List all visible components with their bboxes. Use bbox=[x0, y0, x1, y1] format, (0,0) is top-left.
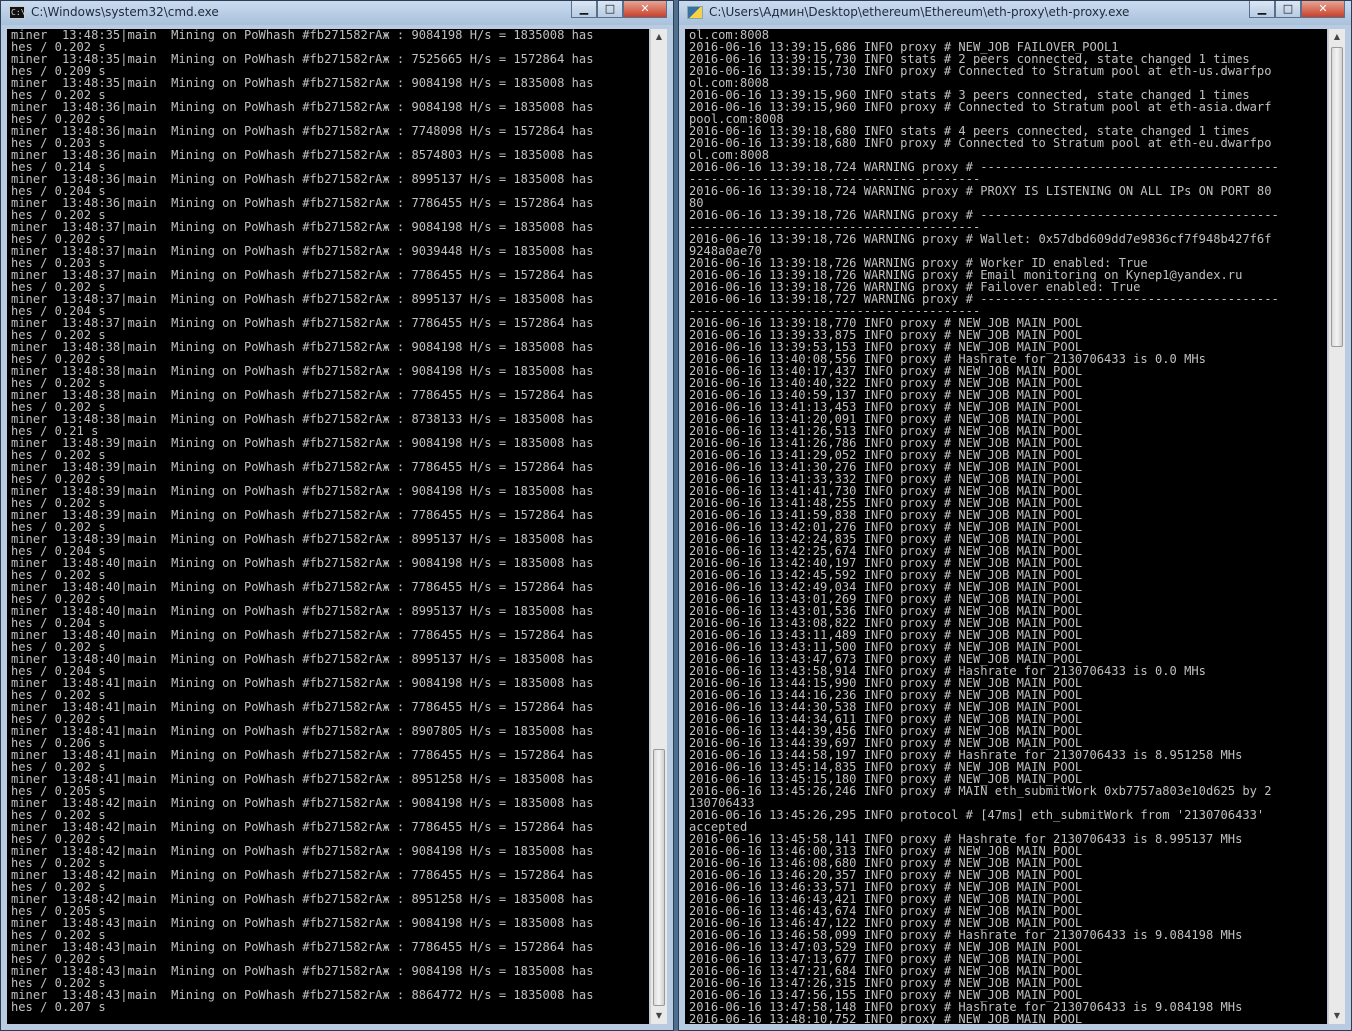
console-line: 2016-06-16 13:45:26,246 INFO proxy # MAI… bbox=[689, 784, 1272, 798]
console-line: miner 13:48:41|main Mining on PoWhash #f… bbox=[11, 772, 594, 786]
console-line: miner 13:48:36|main Mining on PoWhash #f… bbox=[11, 172, 594, 186]
console-line: miner 13:48:43|main Mining on PoWhash #f… bbox=[11, 988, 594, 1002]
cmd-scrollbar[interactable]: ▲ ▼ bbox=[650, 29, 667, 1024]
console-line: miner 13:48:38|main Mining on PoWhash #f… bbox=[11, 388, 594, 402]
minimize-button[interactable]: ▁ bbox=[1249, 1, 1275, 18]
scroll-up-arrow-icon[interactable]: ▲ bbox=[651, 29, 667, 45]
console-line: miner 13:48:40|main Mining on PoWhash #f… bbox=[11, 628, 594, 642]
console-line: 2016-06-16 13:39:18,680 INFO proxy # Con… bbox=[689, 136, 1272, 150]
console-line: miner 13:48:42|main Mining on PoWhash #f… bbox=[11, 844, 594, 858]
cmd-scrollbar-thumb[interactable] bbox=[653, 749, 665, 1006]
console-line: miner 13:48:36|main Mining on PoWhash #f… bbox=[11, 148, 594, 162]
console-line: miner 13:48:37|main Mining on PoWhash #f… bbox=[11, 268, 594, 282]
cmd-window[interactable]: C:\ C:\Windows\system32\cmd.exe ▁ □ ✕ mi… bbox=[0, 0, 674, 1031]
console-line: 2016-06-16 13:39:18,724 WARNING proxy # … bbox=[689, 184, 1272, 198]
python-icon bbox=[687, 6, 703, 19]
console-line: miner 13:48:38|main Mining on PoWhash #f… bbox=[11, 364, 594, 378]
console-line: miner 13:48:43|main Mining on PoWhash #f… bbox=[11, 916, 594, 930]
console-line: miner 13:48:42|main Mining on PoWhash #f… bbox=[11, 892, 594, 906]
cmd-titlebar[interactable]: C:\ C:\Windows\system32\cmd.exe ▁ □ ✕ bbox=[1, 1, 673, 25]
console-line: miner 13:48:43|main Mining on PoWhash #f… bbox=[11, 940, 594, 954]
eth-proxy-window[interactable]: C:\Users\Админ\Desktop\ethereum\Ethereum… bbox=[678, 0, 1352, 1031]
console-line: miner 13:48:36|main Mining on PoWhash #f… bbox=[11, 124, 594, 138]
eth-proxy-window-controls: ▁ □ ✕ bbox=[1249, 1, 1345, 19]
console-line: miner 13:48:41|main Mining on PoWhash #f… bbox=[11, 724, 594, 738]
console-line: miner 13:48:39|main Mining on PoWhash #f… bbox=[11, 532, 594, 546]
minimize-button[interactable]: ▁ bbox=[571, 1, 597, 18]
console-line: miner 13:48:39|main Mining on PoWhash #f… bbox=[11, 508, 594, 522]
console-line: miner 13:48:38|main Mining on PoWhash #f… bbox=[11, 340, 594, 354]
maximize-button[interactable]: □ bbox=[597, 1, 623, 18]
scroll-down-arrow-icon[interactable]: ▼ bbox=[651, 1008, 667, 1024]
console-line: miner 13:48:37|main Mining on PoWhash #f… bbox=[11, 292, 594, 306]
console-line: miner 13:48:38|main Mining on PoWhash #f… bbox=[11, 412, 594, 426]
eth-proxy-scrollbar[interactable]: ▲ ▼ bbox=[1328, 29, 1345, 1024]
close-button[interactable]: ✕ bbox=[623, 1, 667, 18]
console-line: miner 13:48:41|main Mining on PoWhash #f… bbox=[11, 700, 594, 714]
console-line: miner 13:48:37|main Mining on PoWhash #f… bbox=[11, 244, 594, 258]
eth-proxy-titlebar[interactable]: C:\Users\Админ\Desktop\ethereum\Ethereum… bbox=[679, 1, 1351, 25]
console-line: miner 13:48:42|main Mining on PoWhash #f… bbox=[11, 796, 594, 810]
console-line: miner 13:48:41|main Mining on PoWhash #f… bbox=[11, 748, 594, 762]
eth-proxy-console-output[interactable]: ol.com:8008 2016-06-16 13:39:15,686 INFO … bbox=[685, 29, 1327, 1024]
console-line: miner 13:48:37|main Mining on PoWhash #f… bbox=[11, 316, 594, 330]
console-line: miner 13:48:40|main Mining on PoWhash #f… bbox=[11, 580, 594, 594]
console-line: miner 13:48:39|main Mining on PoWhash #f… bbox=[11, 484, 594, 498]
console-line: miner 13:48:36|main Mining on PoWhash #f… bbox=[11, 196, 594, 210]
console-line: miner 13:48:40|main Mining on PoWhash #f… bbox=[11, 652, 594, 666]
cmd-window-title: C:\Windows\system32\cmd.exe bbox=[31, 5, 219, 19]
console-line: miner 13:48:40|main Mining on PoWhash #f… bbox=[11, 556, 594, 570]
close-button[interactable]: ✕ bbox=[1301, 1, 1345, 18]
console-line: 2016-06-16 13:45:26,295 INFO protocol # … bbox=[689, 808, 1265, 822]
maximize-button[interactable]: □ bbox=[1275, 1, 1301, 18]
console-line: 2016-06-16 13:39:15,960 INFO proxy # Con… bbox=[689, 100, 1272, 114]
scroll-up-arrow-icon[interactable]: ▲ bbox=[1329, 29, 1345, 45]
eth-proxy-window-title: C:\Users\Админ\Desktop\ethereum\Ethereum… bbox=[709, 5, 1130, 19]
console-line: miner 13:48:35|main Mining on PoWhash #f… bbox=[11, 76, 594, 90]
cmd-window-controls: ▁ □ ✕ bbox=[571, 1, 667, 19]
eth-proxy-scrollbar-thumb[interactable] bbox=[1331, 47, 1343, 347]
eth-proxy-console-text: ol.com:8008 2016-06-16 13:39:15,686 INFO … bbox=[685, 29, 1327, 1024]
console-line: miner 13:48:39|main Mining on PoWhash #f… bbox=[11, 436, 594, 450]
console-line: miner 13:48:41|main Mining on PoWhash #f… bbox=[11, 676, 594, 690]
console-line: 2016-06-16 13:48:10,752 INFO proxy # NEW… bbox=[689, 1012, 1083, 1024]
scroll-down-arrow-icon[interactable]: ▼ bbox=[1329, 1008, 1345, 1024]
cmd-console-output[interactable]: miner 13:48:35|main Mining on PoWhash #f… bbox=[7, 29, 649, 1024]
console-line: miner 13:48:43|main Mining on PoWhash #f… bbox=[11, 964, 594, 978]
console-line: miner 13:48:40|main Mining on PoWhash #f… bbox=[11, 604, 594, 618]
cmd-icon: C:\ bbox=[9, 6, 26, 19]
console-line: miner 13:48:37|main Mining on PoWhash #f… bbox=[11, 220, 594, 234]
console-line: miner 13:48:36|main Mining on PoWhash #f… bbox=[11, 100, 594, 114]
console-line: miner 13:48:35|main Mining on PoWhash #f… bbox=[11, 29, 594, 42]
console-line: miner 13:48:42|main Mining on PoWhash #f… bbox=[11, 868, 594, 882]
console-line: miner 13:48:42|main Mining on PoWhash #f… bbox=[11, 820, 594, 834]
console-line: miner 13:48:39|main Mining on PoWhash #f… bbox=[11, 460, 594, 474]
cmd-console-text: miner 13:48:35|main Mining on PoWhash #f… bbox=[7, 29, 649, 1013]
console-line: 2016-06-16 13:39:18,726 WARNING proxy # … bbox=[689, 232, 1272, 246]
console-line: miner 13:48:35|main Mining on PoWhash #f… bbox=[11, 52, 594, 66]
console-line: hes / 0.207 s bbox=[11, 1000, 106, 1014]
console-line: 2016-06-16 13:39:15,730 INFO proxy # Con… bbox=[689, 64, 1272, 78]
